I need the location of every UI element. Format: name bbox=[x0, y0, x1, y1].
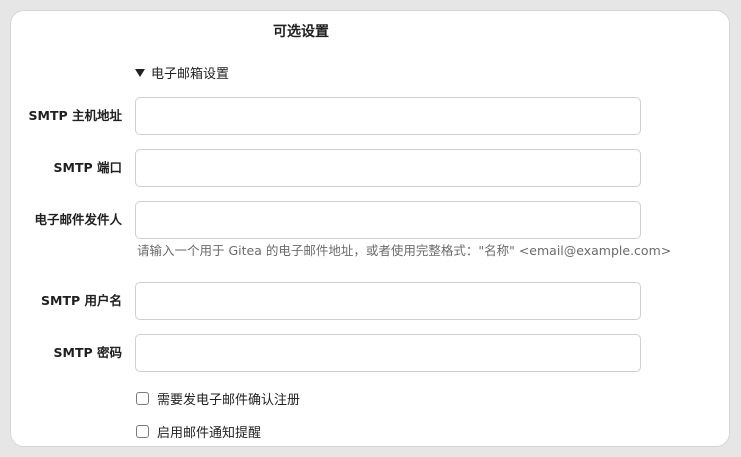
register-confirm-checkbox[interactable] bbox=[136, 392, 149, 405]
smtp-password-label: SMTP 密码 bbox=[53, 345, 122, 360]
smtp-user-label: SMTP 用户名 bbox=[41, 293, 122, 308]
register-confirm-option[interactable]: 需要发电子邮件确认注册 bbox=[136, 389, 300, 408]
smtp-user-input[interactable] bbox=[135, 282, 641, 320]
smtp-user-row: SMTP 用户名 bbox=[11, 282, 729, 320]
smtp-password-row: SMTP 密码 bbox=[11, 334, 729, 372]
mail-notify-option[interactable]: 启用邮件通知提醒 bbox=[136, 422, 261, 441]
optional-settings-panel: 可选设置 电子邮箱设置 SMTP 主机地址 SMTP 端口 电子邮件发件人 请输… bbox=[10, 10, 730, 447]
smtp-port-label: SMTP 端口 bbox=[53, 160, 122, 175]
mail-notify-label: 启用邮件通知提醒 bbox=[157, 426, 262, 441]
mail-from-label: 电子邮件发件人 bbox=[34, 212, 122, 227]
mail-from-row: 电子邮件发件人 bbox=[11, 201, 729, 239]
email-settings-summary-label: 电子邮箱设置 bbox=[151, 67, 230, 82]
mail-from-help-text: 请输入一个用于 Gitea 的电子邮件地址，或者使用完整格式："名称" <ema… bbox=[137, 243, 672, 258]
smtp-host-input[interactable] bbox=[135, 97, 641, 135]
mail-notify-checkbox[interactable] bbox=[136, 425, 149, 438]
smtp-host-label: SMTP 主机地址 bbox=[28, 108, 122, 123]
section-title: 可选设置 bbox=[273, 24, 329, 40]
disclosure-triangle-icon bbox=[135, 68, 145, 77]
smtp-password-input[interactable] bbox=[135, 334, 641, 372]
smtp-port-input[interactable] bbox=[135, 149, 641, 187]
smtp-port-row: SMTP 端口 bbox=[11, 149, 729, 187]
smtp-host-row: SMTP 主机地址 bbox=[11, 97, 729, 135]
register-confirm-label: 需要发电子邮件确认注册 bbox=[157, 393, 301, 408]
email-settings-toggle[interactable]: 电子邮箱设置 bbox=[135, 63, 229, 82]
mail-from-input[interactable] bbox=[135, 201, 641, 239]
